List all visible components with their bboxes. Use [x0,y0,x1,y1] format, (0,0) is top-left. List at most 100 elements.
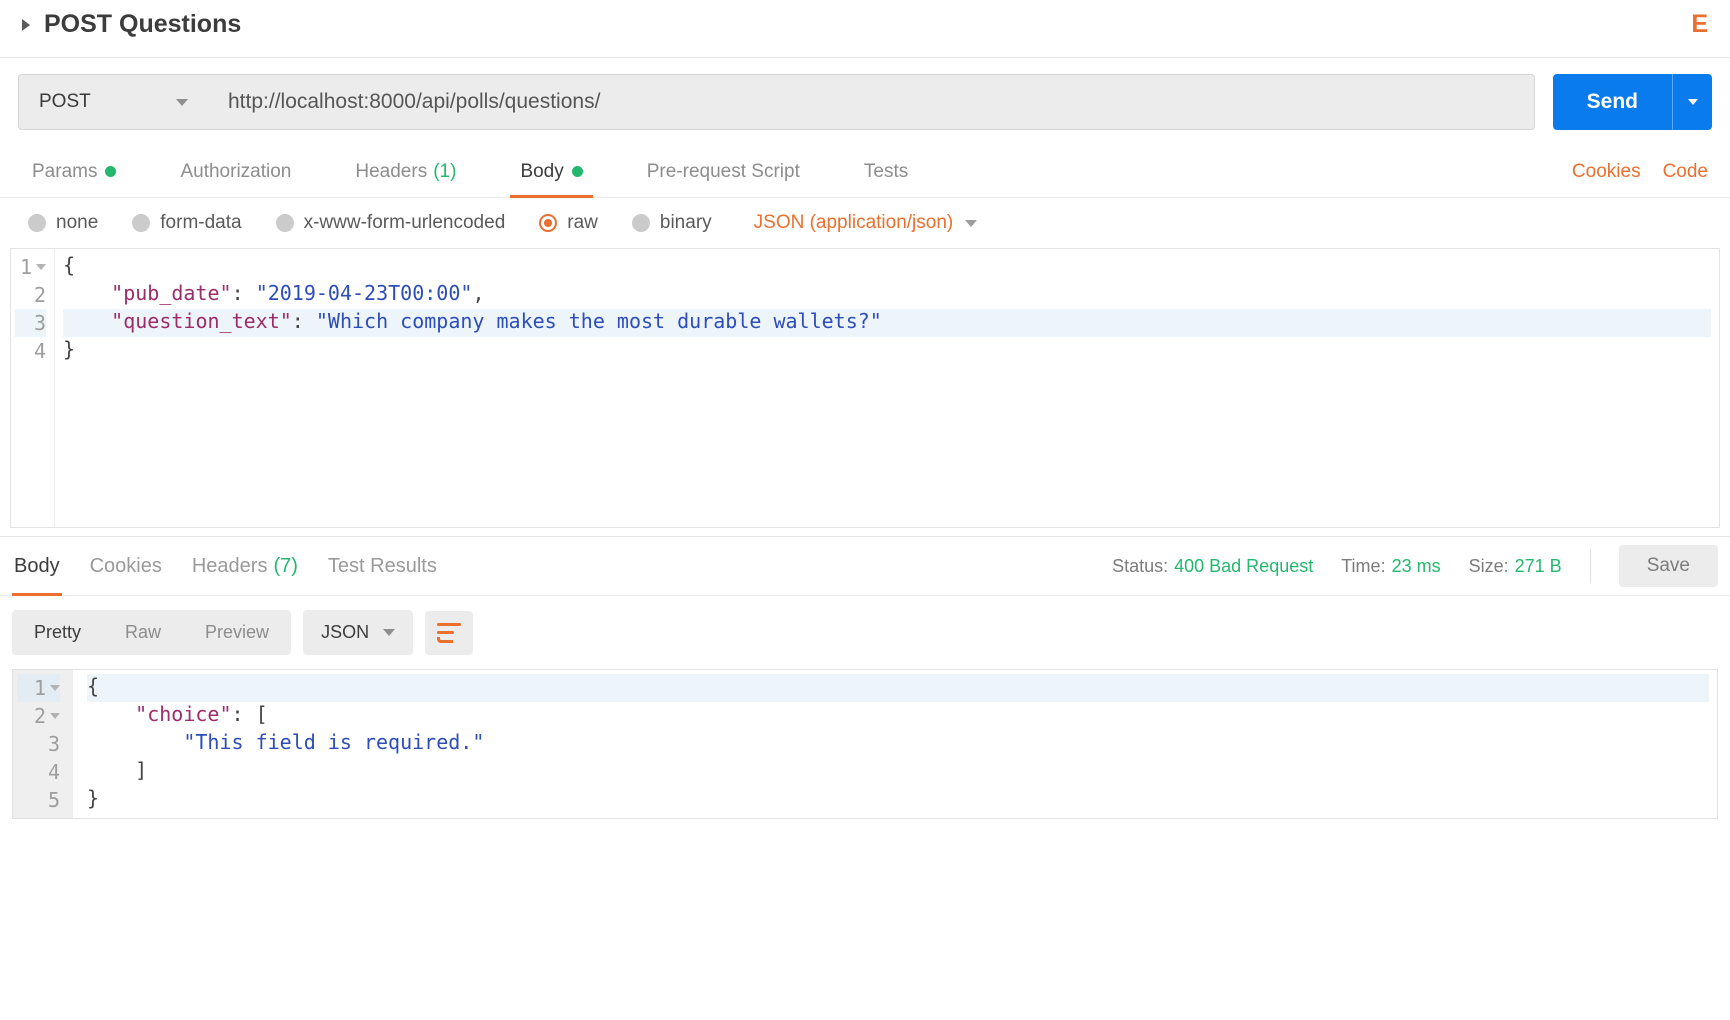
code-area: { "choice": [ "This field is required." … [73,670,1717,818]
body-type-form-data[interactable]: form-data [132,212,241,234]
radio-label: form-data [160,212,241,234]
tab-headers[interactable]: Headers (1) [345,146,466,197]
send-button[interactable]: Send [1553,74,1712,130]
tab-authorization[interactable]: Authorization [170,146,301,197]
size-block: Size: 271 B [1469,556,1562,577]
chevron-down-icon [176,99,188,106]
resp-tab-body[interactable]: Body [12,537,62,595]
tab-tests[interactable]: Tests [854,146,918,197]
tab-count: (7) [273,555,297,578]
url-value: http://localhost:8000/api/polls/question… [228,90,600,114]
body-type-raw[interactable]: raw [539,212,598,234]
response-tabs: Body Cookies Headers(7) Test Results [12,537,439,595]
cookies-link[interactable]: Cookies [1572,161,1641,183]
label: Preview [205,622,269,642]
radio-label: none [56,212,98,234]
body-type-none[interactable]: none [28,212,98,234]
time-block: Time: 23 ms [1341,556,1440,577]
code-token: "Which company makes the most durable wa… [316,309,882,333]
tab-label: Headers [192,555,268,578]
tab-body[interactable]: Body [510,146,592,197]
chevron-down-icon [1688,99,1698,105]
response-body-editor[interactable]: 1 2 3 4 5 { "choice": [ "This field is r… [12,669,1718,819]
content-type-select[interactable]: JSON (application/json) [754,212,978,234]
save-response-button[interactable]: Save [1619,545,1718,587]
url-input[interactable]: http://localhost:8000/api/polls/question… [208,74,1535,130]
code-token: { [87,674,99,698]
code-token: : [ [232,702,268,726]
time-value: 23 ms [1392,556,1441,576]
chevron-down-icon [965,220,977,227]
meta-label: Size: [1469,556,1509,576]
tab-label: Headers [355,161,427,183]
format-label: JSON [321,622,369,643]
body-type-binary[interactable]: binary [632,212,712,234]
save-label: Save [1647,555,1690,576]
status-block: Status:400 Bad Request [1112,556,1313,577]
label: Raw [125,622,161,642]
fold-icon[interactable] [50,685,60,691]
header-right-cutoff: E [1691,10,1708,39]
tab-label: Cookies [90,555,162,578]
response-format-select[interactable]: JSON [303,610,413,655]
label: Pretty [34,622,81,642]
code-token: "2019-04-23T00:00" [256,281,473,305]
divider [1590,549,1591,583]
body-type-row: none form-data x-www-form-urlencoded raw… [0,198,1730,248]
line-gutter: 1 2 3 4 [11,249,55,527]
code-token: } [63,337,75,361]
radio-icon [132,214,150,232]
tab-label: Pre-request Script [647,161,800,183]
tab-label: Body [520,161,563,183]
request-body-editor[interactable]: 1 2 3 4 { "pub_date": "2019-04-23T00:00"… [10,248,1720,528]
body-type-xform[interactable]: x-www-form-urlencoded [276,212,506,234]
tab-pre-request[interactable]: Pre-request Script [637,146,810,197]
send-label: Send [1553,74,1672,130]
radio-icon [632,214,650,232]
wrap-icon [437,623,461,643]
code-link[interactable]: Code [1663,161,1708,183]
meta-label: Status: [1112,556,1168,576]
activity-dot-icon [105,166,116,177]
request-tabs: Params Authorization Headers (1) Body Pr… [0,146,1730,198]
http-method-select[interactable]: POST [18,74,208,130]
size-value: 271 B [1515,556,1562,576]
resp-tab-cookies[interactable]: Cookies [88,537,164,595]
code-token: } [87,786,99,810]
code-token: "This field is required." [183,730,484,754]
view-mode-segment: Pretty Raw Preview [12,610,291,655]
http-method-value: POST [39,91,91,113]
response-meta: Status:400 Bad Request Time: 23 ms Size: 2… [1112,545,1718,587]
tab-params[interactable]: Params [22,146,126,197]
request-name: POST Questions [44,10,241,39]
content-type-label: JSON (application/json) [754,212,954,234]
view-toolbar: Pretty Raw Preview JSON [0,596,1730,669]
response-header: Body Cookies Headers(7) Test Results Sta… [0,536,1730,596]
view-preview[interactable]: Preview [183,610,291,655]
meta-label: Time: [1341,556,1385,576]
wrap-lines-button[interactable] [425,611,473,655]
fold-icon[interactable] [36,264,46,270]
caret-right-icon[interactable] [22,19,30,31]
send-dropdown[interactable] [1672,74,1712,130]
url-bar: POST http://localhost:8000/api/polls/que… [0,58,1730,146]
radio-label: raw [567,212,598,234]
code-token: { [63,253,75,277]
code-token: ] [135,758,147,782]
fold-icon[interactable] [50,713,60,719]
view-raw[interactable]: Raw [103,610,183,655]
tab-label: Params [32,161,97,183]
tab-header: POST Questions E [0,0,1730,58]
code-area[interactable]: { "pub_date": "2019-04-23T00:00", "quest… [55,249,1719,527]
radio-selected-icon [539,214,557,232]
line-gutter: 1 2 3 4 5 [13,670,73,818]
tab-count: (1) [433,161,456,183]
code-token: "question_text" [111,309,292,333]
resp-tab-headers[interactable]: Headers(7) [190,537,300,595]
view-pretty[interactable]: Pretty [12,610,103,655]
code-token: "pub_date" [111,281,231,305]
activity-dot-icon [572,166,583,177]
chevron-down-icon [383,629,395,636]
radio-icon [276,214,294,232]
resp-tab-test-results[interactable]: Test Results [326,537,439,595]
